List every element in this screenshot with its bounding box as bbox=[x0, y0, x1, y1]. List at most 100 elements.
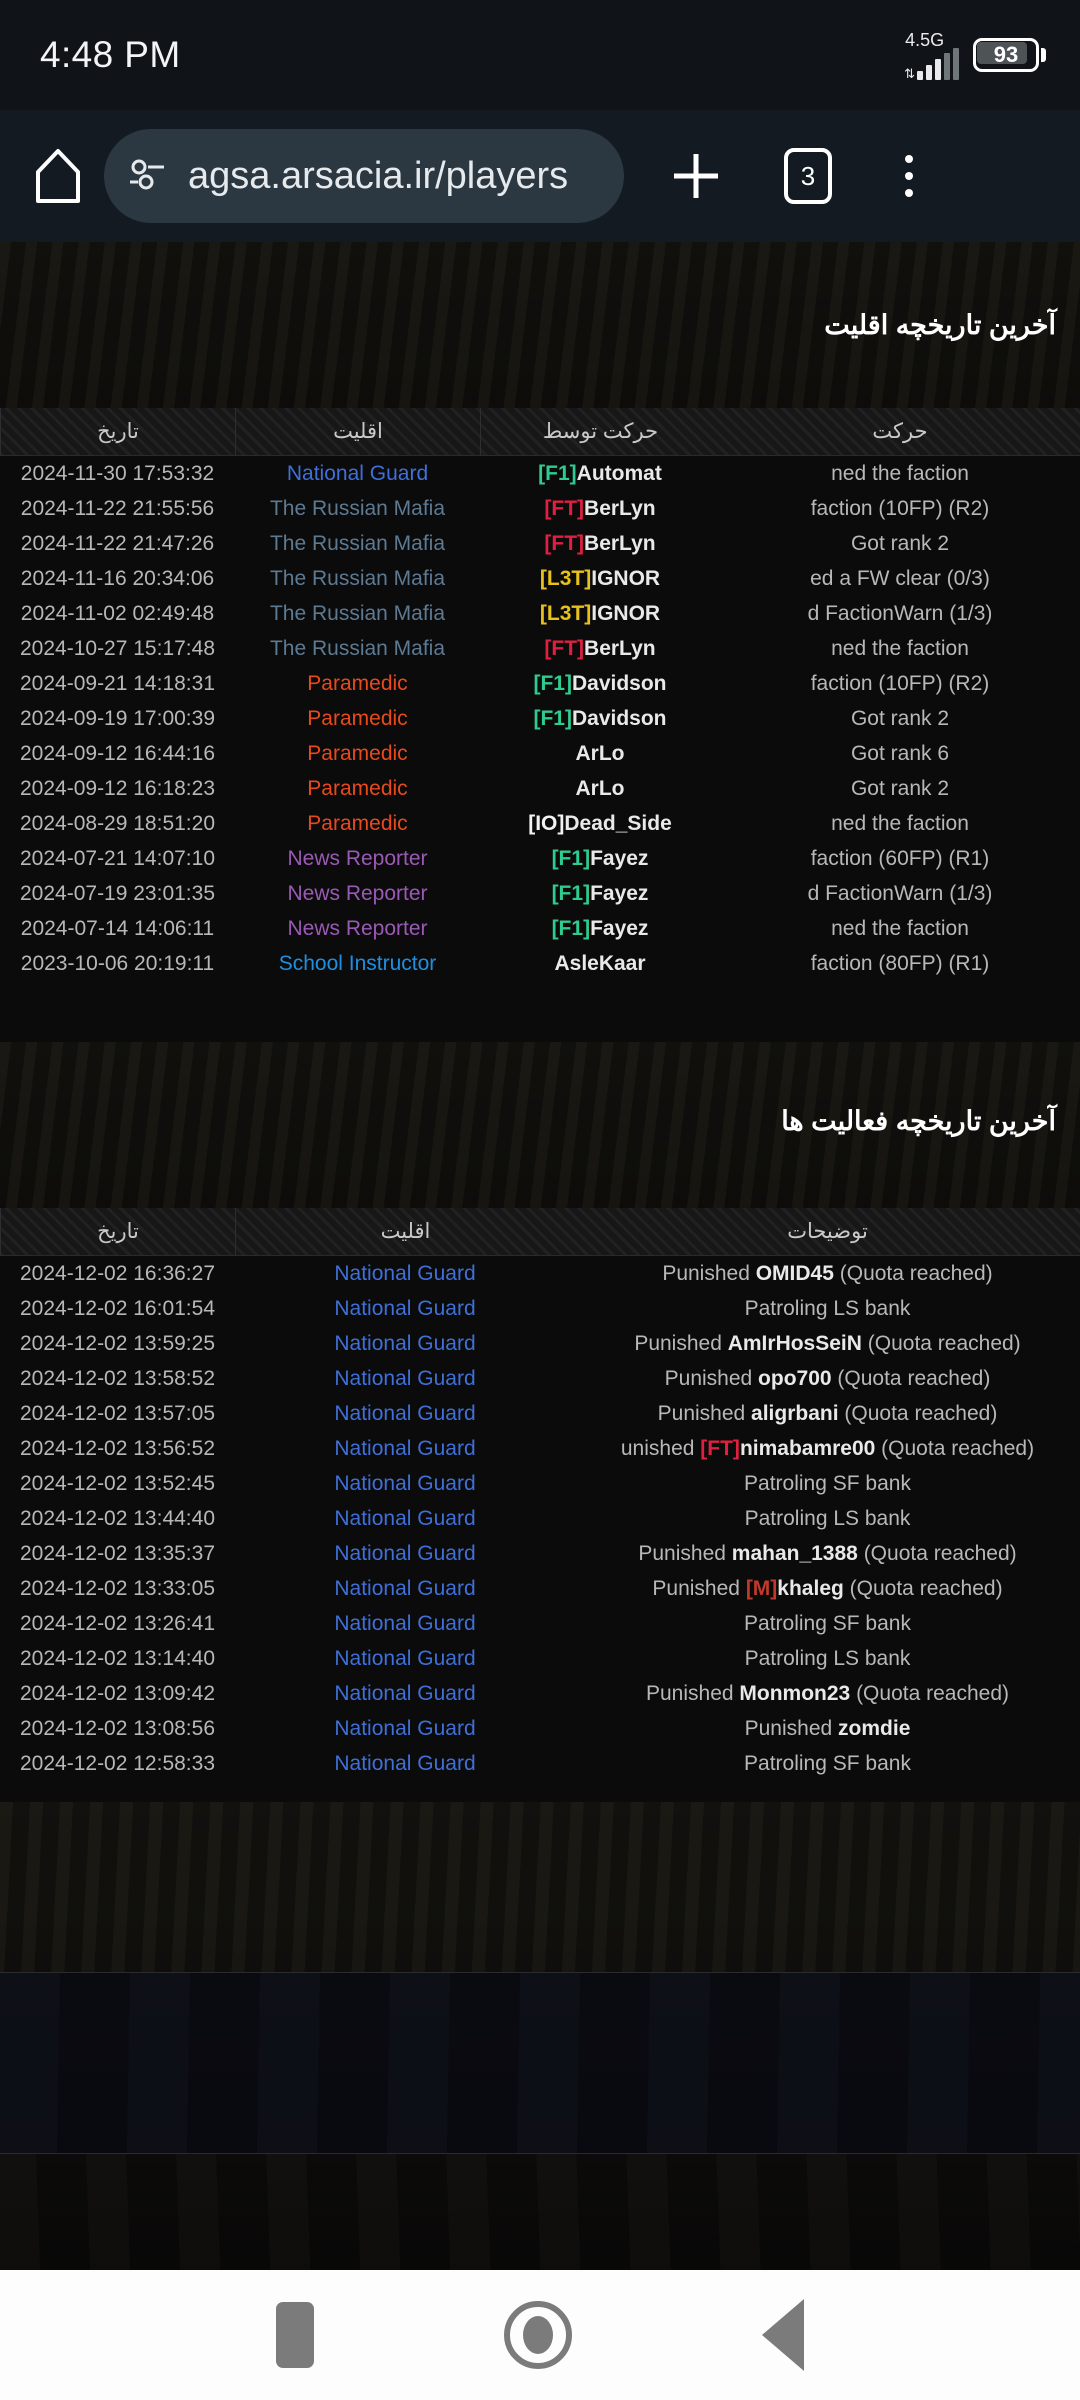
cell-date: 2024-07-14 14:06:11 bbox=[20, 916, 215, 940]
actor-name: BerLyn bbox=[584, 496, 656, 520]
web-page-content: آخرین تاریخچه اقلیت تاریخ اقلیت حرکت توس… bbox=[0, 242, 1080, 2270]
cell-actor: [F1]Fayez bbox=[480, 917, 720, 941]
cell-date: 2024-11-30 17:53:32 bbox=[20, 461, 215, 485]
cell-date: 2024-09-19 17:00:39 bbox=[20, 706, 215, 730]
table-row: 2024-07-14 14:06:11 News Reporter [F1]Faye… bbox=[0, 911, 1080, 946]
tab-switcher-button[interactable]: 3 bbox=[764, 132, 852, 220]
actor-name: Davidson bbox=[571, 671, 667, 695]
description-suffix: (Quota reached) bbox=[831, 1366, 991, 1390]
cell-date: 2024-12-02 13:26:41 bbox=[20, 1611, 215, 1635]
cell-action: ned the faction bbox=[831, 461, 969, 485]
plus-icon[interactable] bbox=[652, 132, 740, 220]
cell-faction: National Guard bbox=[334, 1716, 476, 1740]
cell-faction: National Guard bbox=[334, 1506, 476, 1530]
cell-date: 2024-11-16 20:34:06 bbox=[20, 566, 215, 590]
cell-date: 2024-12-02 13:09:42 bbox=[20, 1681, 215, 1705]
cell-date: 2024-12-02 13:44:40 bbox=[20, 1506, 215, 1530]
status-bar: 4:48 PM 4.5G ⇅ 93 bbox=[0, 0, 1080, 110]
cell-description: Patroling SF bank bbox=[575, 1472, 1080, 1496]
table-row: 2024-12-02 13:14:40 National Guard Patroli… bbox=[0, 1641, 1080, 1676]
status-clock: 4:48 PM bbox=[40, 34, 181, 75]
faction-history-table: تاریخ اقلیت حرکت توسط حرکت 2024-11-30 17… bbox=[0, 407, 1080, 981]
cell-actor: ArLo bbox=[480, 777, 720, 801]
description-prefix: Punished bbox=[634, 1331, 728, 1355]
address-bar-url[interactable]: agsa.arsacia.ir/players bbox=[188, 155, 568, 198]
cell-faction: School Instructor bbox=[278, 951, 437, 975]
cell-action: ned the faction bbox=[831, 916, 969, 940]
cell-faction: National Guard bbox=[334, 1331, 476, 1355]
description-prefix: Punished bbox=[744, 1716, 839, 1740]
battery-percent-label: 93 bbox=[993, 42, 1019, 67]
actor-tag: [IO] bbox=[528, 811, 565, 835]
table-row: 2024-11-30 17:53:32 National Guard [F1]Aut… bbox=[0, 456, 1080, 491]
cell-actor: [F1]Fayez bbox=[480, 882, 720, 906]
description-suffix: (Quota reached) bbox=[833, 1261, 993, 1285]
actor-tag: [F1] bbox=[551, 881, 591, 905]
cell-description: Punished AmIrHosSeiN (Quota reached) bbox=[575, 1332, 1080, 1356]
actor-tag: [L3T] bbox=[539, 601, 592, 625]
target-tag: [M] bbox=[745, 1576, 778, 1600]
column-header-faction: اقلیت bbox=[235, 1207, 575, 1256]
cell-description: Patroling SF bank bbox=[575, 1612, 1080, 1636]
cell-faction: National Guard bbox=[334, 1471, 476, 1495]
footer-band-2 bbox=[0, 1973, 1080, 2153]
section-2-title: آخرین تاریخچه فعالیت ها bbox=[781, 1106, 1056, 1136]
network-type-label: 4.5G bbox=[905, 29, 945, 50]
cell-faction: National Guard bbox=[334, 1296, 476, 1320]
cell-faction: National Guard bbox=[334, 1436, 476, 1460]
target-name: Monmon23 bbox=[739, 1681, 851, 1705]
cell-faction: National Guard bbox=[334, 1751, 476, 1775]
status-indicators: 4.5G ⇅ 93 bbox=[904, 31, 1046, 80]
table-row: 2024-11-02 02:49:48 The Russian Mafia [L3T… bbox=[0, 596, 1080, 631]
cell-date: 2024-12-02 12:58:33 bbox=[20, 1751, 215, 1775]
home-circle-icon[interactable] bbox=[504, 2301, 572, 2369]
cell-actor: [F1]Fayez bbox=[480, 847, 720, 871]
cell-faction: National Guard bbox=[286, 461, 429, 485]
cell-faction: Paramedic bbox=[307, 706, 408, 730]
cell-action: faction (60FP) (R1) bbox=[810, 846, 990, 870]
table-header-row: تاریخ اقلیت حرکت توسط حرکت bbox=[0, 407, 1080, 456]
table-row: 2024-08-29 18:51:20 Paramedic [IO]Dead_Sid… bbox=[0, 806, 1080, 841]
cell-date: 2024-12-02 13:57:05 bbox=[20, 1401, 215, 1425]
target-name: khaleg bbox=[777, 1576, 844, 1600]
back-triangle-icon[interactable] bbox=[762, 2299, 804, 2371]
activity-history-table: تاریخ اقلیت توضیحات 2024-12-02 16:36:27 N… bbox=[0, 1207, 1080, 1781]
column-header-description: توضیحات bbox=[787, 1219, 868, 1243]
address-bar[interactable]: agsa.arsacia.ir/players bbox=[104, 129, 624, 223]
cell-date: 2024-11-22 21:47:26 bbox=[20, 531, 215, 555]
home-icon[interactable] bbox=[22, 140, 94, 212]
table-row: 2024-12-02 13:33:05 National Guard Punishe… bbox=[0, 1571, 1080, 1606]
footer-band-1 bbox=[0, 1802, 1080, 1972]
description-prefix: Punished bbox=[664, 1366, 759, 1390]
column-header-faction: اقلیت bbox=[235, 407, 480, 456]
target-name: nimabamre00 bbox=[739, 1436, 876, 1460]
cell-date: 2024-08-29 18:51:20 bbox=[20, 811, 215, 835]
cell-description: Punished zomdie bbox=[575, 1717, 1080, 1741]
table-row: 2024-12-02 13:57:05 National Guard Punishe… bbox=[0, 1396, 1080, 1431]
table-row: 2024-09-21 14:18:31 Paramedic [F1]Davidson… bbox=[0, 666, 1080, 701]
cell-faction: National Guard bbox=[334, 1681, 476, 1705]
cell-date: 2024-11-02 02:49:48 bbox=[20, 601, 215, 625]
cell-action: ed a FW clear (0/3) bbox=[810, 566, 990, 590]
actor-tag: [L3T] bbox=[539, 566, 592, 590]
actor-tag: [F1] bbox=[533, 706, 572, 730]
cell-description: Punished opo700 (Quota reached) bbox=[575, 1367, 1080, 1391]
cell-faction: Paramedic bbox=[307, 776, 408, 800]
cell-action: Got rank 2 bbox=[850, 531, 950, 555]
table-row: 2024-12-02 12:58:33 National Guard Patroli… bbox=[0, 1746, 1080, 1781]
actor-tag: [FT] bbox=[544, 531, 585, 555]
cell-description: unished [FT]nimabamre00 (Quota reached) bbox=[575, 1437, 1080, 1461]
target-name: mahan_1388 bbox=[731, 1541, 858, 1565]
page-info-icon[interactable] bbox=[130, 158, 170, 195]
actor-name: BerLyn bbox=[584, 531, 656, 555]
description-prefix: Patroling SF bank bbox=[744, 1471, 911, 1495]
overflow-menu-icon[interactable] bbox=[874, 132, 944, 220]
actor-name: IGNOR bbox=[591, 601, 661, 625]
cell-faction: National Guard bbox=[334, 1646, 476, 1670]
cell-faction: News Reporter bbox=[287, 846, 428, 870]
network-indicator: 4.5G ⇅ bbox=[904, 31, 959, 80]
cell-actor: [FT]BerLyn bbox=[480, 532, 720, 556]
table-row: 2024-11-22 21:47:26 The Russian Mafia [FT]… bbox=[0, 526, 1080, 561]
recent-apps-icon[interactable] bbox=[276, 2302, 314, 2368]
actor-name: Fayez bbox=[590, 916, 649, 940]
